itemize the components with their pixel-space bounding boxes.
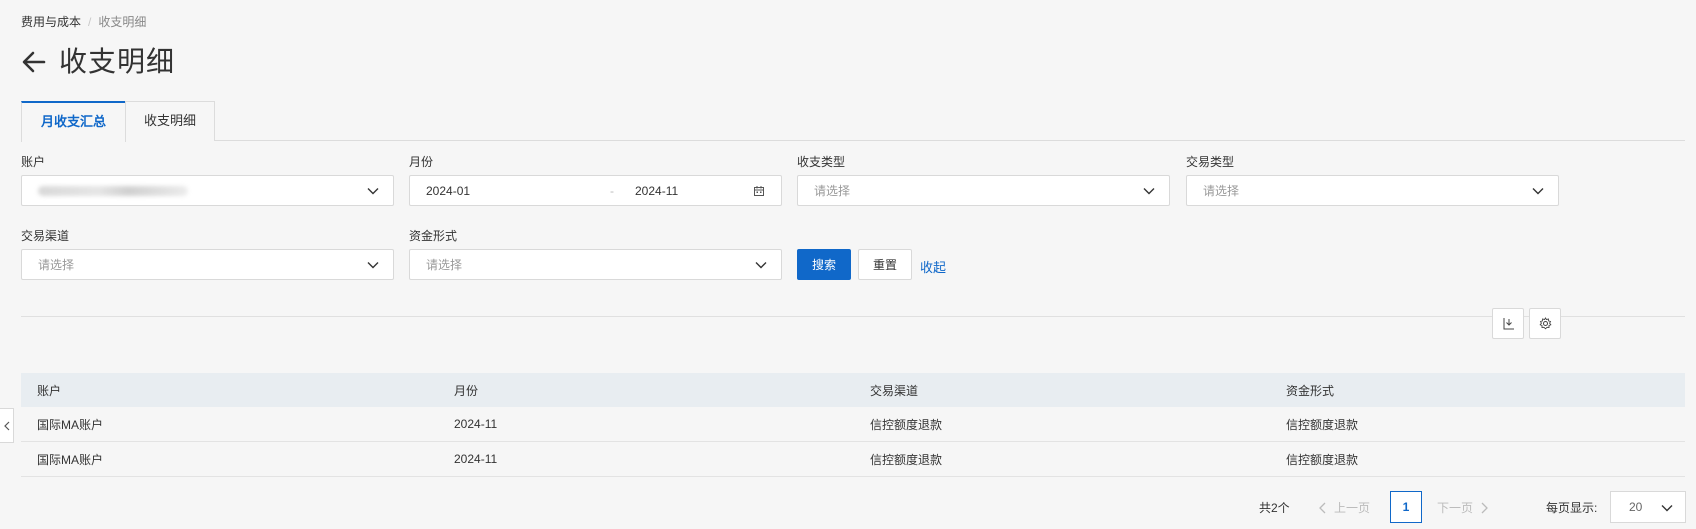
chevron-right-icon: [1481, 502, 1488, 513]
income-type-select[interactable]: 请选择: [797, 175, 1170, 206]
account-label: 账户: [21, 155, 46, 169]
month-label: 月份: [409, 155, 434, 169]
data-table: 账户 月份 交易渠道 资金形式 国际MA账户 2024-11 信控额度退款 信控…: [21, 373, 1685, 477]
table-cell: 信控额度退款: [1286, 417, 1359, 432]
breadcrumb-current: 收支明细: [98, 15, 147, 29]
page-size-select[interactable]: 20: [1610, 491, 1686, 523]
column-header-trade-channel: 交易渠道: [870, 383, 919, 398]
account-select[interactable]: [21, 175, 394, 206]
chevron-down-icon: [755, 262, 767, 269]
pagination-next[interactable]: 下一页: [1437, 499, 1489, 516]
fund-form-placeholder: 请选择: [426, 258, 463, 272]
chevron-down-icon: [367, 262, 379, 269]
sidebar-toggle-handle[interactable]: [0, 408, 14, 443]
month-range-picker[interactable]: 2024-01 - 2024-11: [409, 175, 782, 206]
trade-type-placeholder: 请选择: [1203, 184, 1240, 198]
column-header-month: 月份: [454, 383, 479, 398]
pagination-prev-label: 上一页: [1334, 501, 1371, 515]
download-icon: [1503, 318, 1514, 330]
fund-form-label: 资金形式: [409, 229, 458, 243]
pagination-prev[interactable]: 上一页: [1318, 499, 1370, 516]
tab-monthly-summary[interactable]: 月收支汇总: [21, 101, 126, 142]
breadcrumb-separator: /: [88, 14, 92, 29]
income-type-placeholder: 请选择: [814, 184, 851, 198]
breadcrumb-parent-link[interactable]: 费用与成本: [21, 13, 81, 30]
tab-income-details[interactable]: 收支明细: [125, 101, 215, 141]
filter-divider: [21, 316, 1685, 317]
title-row: 收支明细: [21, 46, 175, 78]
table-cell: 2024-11: [454, 452, 498, 466]
collapse-link[interactable]: 收起: [920, 257, 946, 276]
download-button[interactable]: [1492, 308, 1524, 339]
month-start-input[interactable]: 2024-01: [426, 184, 470, 198]
reset-button[interactable]: 重置: [858, 249, 912, 280]
page-size-value: 20: [1629, 500, 1643, 514]
chevron-down-icon: [1661, 505, 1673, 512]
table-cell: 2024-11: [454, 417, 498, 431]
table-cell: 国际MA账户: [37, 452, 104, 467]
trade-type-select[interactable]: 请选择: [1186, 175, 1559, 206]
back-arrow-icon[interactable]: [21, 49, 47, 75]
search-button[interactable]: 搜索: [797, 249, 851, 280]
month-range-separator: -: [610, 184, 614, 198]
column-header-account: 账户: [37, 383, 62, 398]
trade-channel-placeholder: 请选择: [38, 258, 75, 272]
table-row: 国际MA账户 2024-11 信控额度退款 信控额度退款: [21, 407, 1685, 442]
calendar-icon: [754, 186, 764, 196]
table-cell: 信控额度退款: [1286, 452, 1359, 467]
column-header-fund-form: 资金形式: [1286, 383, 1335, 398]
chevron-down-icon: [367, 188, 379, 195]
chevron-down-icon: [1532, 188, 1544, 195]
trade-type-label: 交易类型: [1186, 155, 1235, 169]
table-cell: 信控额度退款: [870, 452, 943, 467]
trade-channel-label: 交易渠道: [21, 229, 70, 243]
page-size-label: 每页显示:: [1546, 501, 1598, 515]
month-end-input[interactable]: 2024-11: [635, 184, 678, 198]
page-title: 收支明细: [59, 46, 176, 77]
breadcrumb: 费用与成本 / 收支明细: [21, 13, 146, 30]
account-value-redacted: [38, 185, 188, 196]
table-cell: 信控额度退款: [870, 417, 943, 432]
pagination-total: 共2个: [1259, 501, 1290, 515]
income-type-label: 收支类型: [797, 155, 846, 169]
pagination-next-label: 下一页: [1437, 501, 1474, 515]
gear-icon: [1538, 317, 1552, 330]
trade-channel-select[interactable]: 请选择: [21, 249, 394, 280]
tab-bar: 月收支汇总 收支明细: [21, 101, 1685, 142]
pagination-page-1[interactable]: 1: [1390, 491, 1422, 523]
chevron-left-icon: [1319, 502, 1326, 513]
chevron-down-icon: [1143, 188, 1155, 195]
table-header: 账户 月份 交易渠道 资金形式: [21, 373, 1685, 407]
table-row: 国际MA账户 2024-11 信控额度退款 信控额度退款: [21, 442, 1685, 477]
settings-button[interactable]: [1529, 308, 1561, 339]
table-cell: 国际MA账户: [37, 417, 104, 432]
fund-form-select[interactable]: 请选择: [409, 249, 782, 280]
chevron-left-icon: [3, 421, 9, 430]
